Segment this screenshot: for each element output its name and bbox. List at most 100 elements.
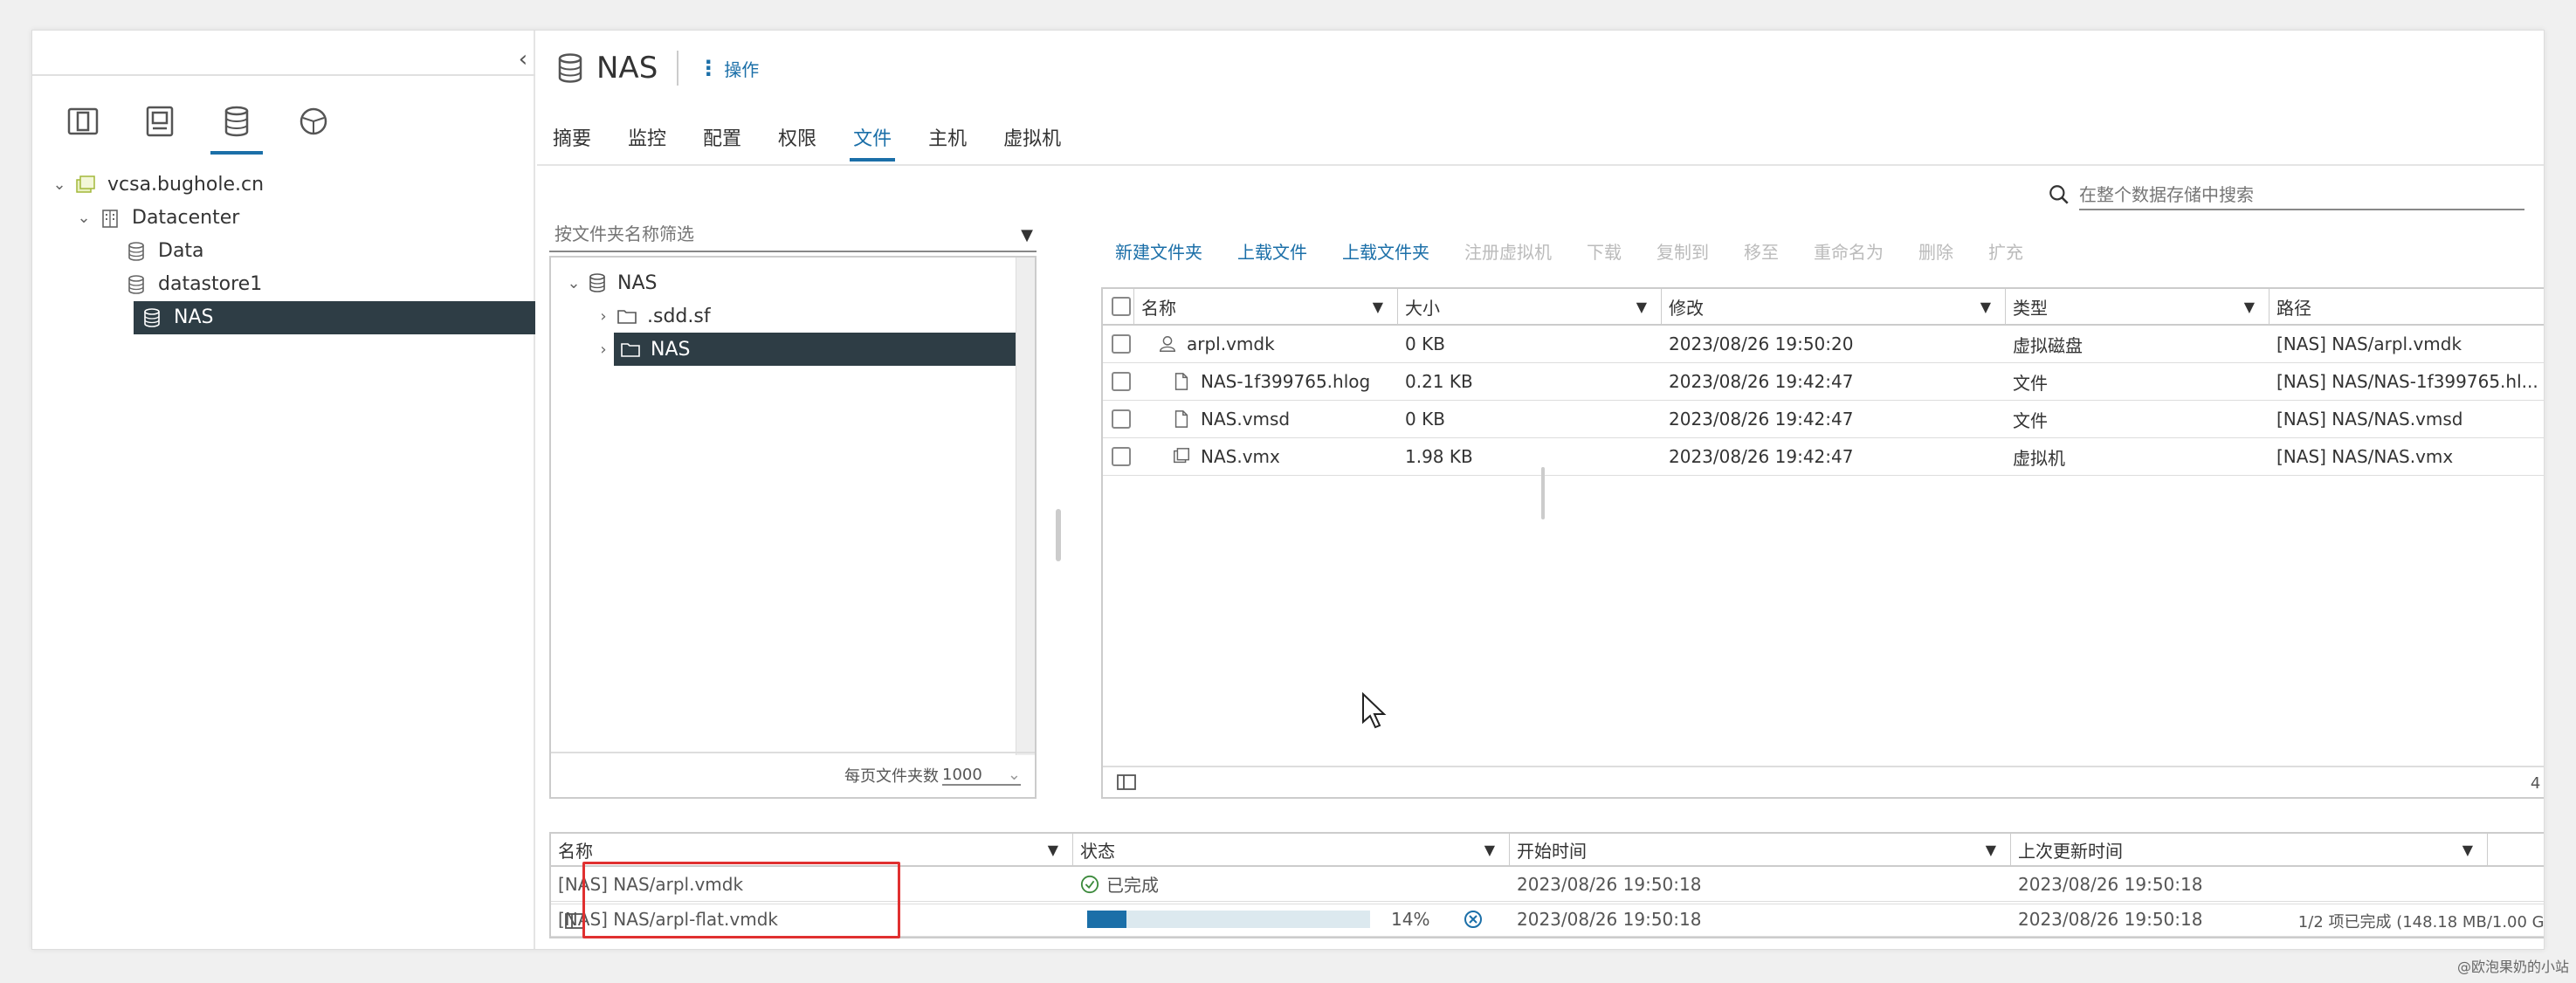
page-size-label: 每页文件夹数 xyxy=(844,767,939,786)
hosts-clusters-tab[interactable] xyxy=(45,99,121,160)
column-header-type[interactable]: 类型 ▼ xyxy=(2006,289,2269,324)
folder-filter-input[interactable] xyxy=(549,223,986,244)
folder-icon xyxy=(617,336,644,362)
watermark: @欧泡果奶的小站 xyxy=(2456,959,2569,975)
folder-tree: ⌄ NAS › .sdd.sf › NAS xyxy=(563,266,1017,366)
column-header-size[interactable]: 大小 ▼ xyxy=(1398,289,1662,324)
chevron-down-icon[interactable]: ⌄ xyxy=(48,168,71,202)
networking-tab[interactable] xyxy=(275,99,352,160)
inflate-button[interactable]: 扩充 xyxy=(1988,238,2023,264)
column-header-modified[interactable]: 修改 ▼ xyxy=(1662,289,2006,324)
page-size-select[interactable]: 1000 ⌄ xyxy=(942,766,1021,786)
chevron-right-icon[interactable]: › xyxy=(593,307,614,326)
tree-item-datastore-data[interactable]: Data xyxy=(32,235,535,268)
actions-menu-button[interactable]: ⋮ 操作 xyxy=(698,56,759,81)
storage-tab[interactable] xyxy=(198,99,275,160)
folder-item-nas[interactable]: › NAS xyxy=(563,333,1017,366)
column-header-path[interactable]: 路径▼ xyxy=(2269,289,2544,324)
tree-item-label: Datacenter xyxy=(132,207,240,229)
upload-file-button[interactable]: 上载文件 xyxy=(1237,238,1307,264)
column-header-start-time[interactable]: 开始时间 ▼ xyxy=(1510,834,2011,865)
copy-to-button[interactable]: 复制到 xyxy=(1656,238,1709,264)
download-button[interactable]: 下载 xyxy=(1587,238,1622,264)
move-to-button[interactable]: 移至 xyxy=(1744,238,1779,264)
tab-files[interactable]: 文件 xyxy=(850,114,896,163)
row-select-cell xyxy=(1103,326,1134,362)
filter-icon[interactable]: ▼ xyxy=(1373,299,1383,315)
tab-summary[interactable]: 摘要 xyxy=(553,114,591,163)
column-label: 类型 xyxy=(2013,297,2048,319)
column-toggle-icon[interactable] xyxy=(1117,773,1136,791)
delete-button[interactable]: 删除 xyxy=(1918,238,1953,264)
cell-size: 1.98 KB xyxy=(1405,446,1473,467)
tab-hosts[interactable]: 主机 xyxy=(928,114,967,163)
header-divider xyxy=(677,51,679,86)
task-row[interactable]: [NAS] NAS/arpl.vmdk 已完成 2023/08/26 19:50… xyxy=(551,867,2544,902)
task-status: 已完成 xyxy=(1073,867,1510,901)
tab-vms[interactable]: 虚拟机 xyxy=(1003,114,1061,163)
upload-folder-button[interactable]: 上载文件夹 xyxy=(1342,238,1429,264)
search-input[interactable] xyxy=(2079,184,2524,205)
folder-item-root[interactable]: ⌄ NAS xyxy=(563,266,1017,299)
tree-item-label: Data xyxy=(158,240,204,262)
filter-icon[interactable]: ▼ xyxy=(2244,299,2255,315)
selected-folder[interactable]: NAS xyxy=(614,333,1017,366)
cell-path: [NAS] NAS/arpl.vmdk xyxy=(2276,333,2462,354)
tree-item-datacenter[interactable]: ⌄ Datacenter xyxy=(32,202,535,235)
column-label: 路径 xyxy=(2276,297,2311,319)
table-row[interactable]: NAS-1f399765.hlog 0.21 KB 2023/08/26 19:… xyxy=(1103,363,2544,401)
filter-icon[interactable]: ▼ xyxy=(1484,842,1495,858)
row-select-cell xyxy=(1103,363,1134,400)
register-vm-button[interactable]: 注册虚拟机 xyxy=(1464,238,1552,264)
chevron-down-icon[interactable]: ⌄ xyxy=(72,202,95,235)
column-header-name[interactable]: 名称 ▼ xyxy=(1134,289,1398,324)
folder-item-sdd[interactable]: › .sdd.sf xyxy=(563,299,1017,333)
file-name: arpl.vmdk xyxy=(1187,333,1275,354)
column-label: 开始时间 xyxy=(1517,840,1587,862)
rename-button[interactable]: 重命名为 xyxy=(1814,238,1884,264)
filter-icon[interactable]: ▼ xyxy=(1986,842,1996,858)
table-row[interactable]: NAS.vmsd 0 KB 2023/08/26 19:42:47 文件 [NA… xyxy=(1103,401,2544,438)
file-grid: 名称 ▼ 大小 ▼ 修改 ▼ 类型 ▼ 路径▼ arpl.vmdk 0 KB 2023/… xyxy=(1101,287,2544,799)
row-checkbox[interactable] xyxy=(1112,409,1131,429)
column-header-status[interactable]: 状态 ▼ xyxy=(1073,834,1510,865)
cell-modified: 2023/08/26 19:42:47 xyxy=(1669,446,1854,467)
tree-item-vcenter[interactable]: ⌄ vcsa.bughole.cn xyxy=(32,168,535,202)
grid-splitter[interactable] xyxy=(1541,467,1545,519)
pane-splitter[interactable] xyxy=(1056,509,1061,561)
select-all-checkbox[interactable] xyxy=(1112,297,1131,316)
row-checkbox[interactable] xyxy=(1112,334,1131,354)
cell-name: NAS-1f399765.hlog xyxy=(1134,363,1398,400)
column-header-last-updated[interactable]: 上次更新时间 ▼ xyxy=(2011,834,2488,865)
table-row[interactable]: arpl.vmdk 0 KB 2023/08/26 19:50:20 虚拟磁盘 … xyxy=(1103,326,2544,363)
task-name: [NAS] NAS/arpl.vmdk xyxy=(558,873,744,895)
chevron-down-icon[interactable]: ⌄ xyxy=(563,274,584,292)
filter-icon[interactable]: ▼ xyxy=(2462,842,2473,858)
folder-filter: ▼ xyxy=(549,217,1037,252)
folder-pane-footer: 每页文件夹数 1000 ⌄ xyxy=(551,752,1035,797)
filter-icon[interactable]: ▼ xyxy=(1021,226,1033,244)
folder-label: .sdd.sf xyxy=(647,305,711,327)
vms-templates-tab[interactable] xyxy=(121,99,198,160)
column-toggle-icon[interactable] xyxy=(565,912,584,930)
chevron-right-icon[interactable]: › xyxy=(593,340,614,359)
tab-monitor[interactable]: 监控 xyxy=(628,114,666,163)
new-folder-button[interactable]: 新建文件夹 xyxy=(1115,238,1202,264)
row-checkbox[interactable] xyxy=(1112,447,1131,466)
tab-permissions[interactable]: 权限 xyxy=(778,114,816,163)
row-checkbox[interactable] xyxy=(1112,372,1131,391)
tree-item-datastore-nas[interactable]: NAS xyxy=(134,301,535,334)
filter-icon[interactable]: ▼ xyxy=(1636,299,1647,315)
column-header-task-name[interactable]: 名称 ▼ xyxy=(551,834,1073,865)
cell-path: [NAS] NAS/NAS-1f399765.hl... xyxy=(2276,371,2538,392)
table-row[interactable]: NAS.vmx 1.98 KB 2023/08/26 19:42:47 虚拟机 … xyxy=(1103,438,2544,476)
navigator-panel: ‹ ⌄ vcsa.bughole.cn ⌄ Datacenter Data da… xyxy=(32,31,535,949)
tab-configure[interactable]: 配置 xyxy=(703,114,741,163)
collapse-navigator-button[interactable]: ‹ xyxy=(513,46,534,72)
folder-scrollbar[interactable] xyxy=(1016,258,1035,755)
more-vertical-icon: ⋮ xyxy=(698,56,720,80)
filter-icon[interactable]: ▼ xyxy=(1980,299,1991,315)
filter-icon[interactable]: ▼ xyxy=(1048,842,1058,858)
tree-item-datastore-datastore1[interactable]: datastore1 xyxy=(32,268,535,301)
cell-type: 文件 xyxy=(2013,409,2048,431)
